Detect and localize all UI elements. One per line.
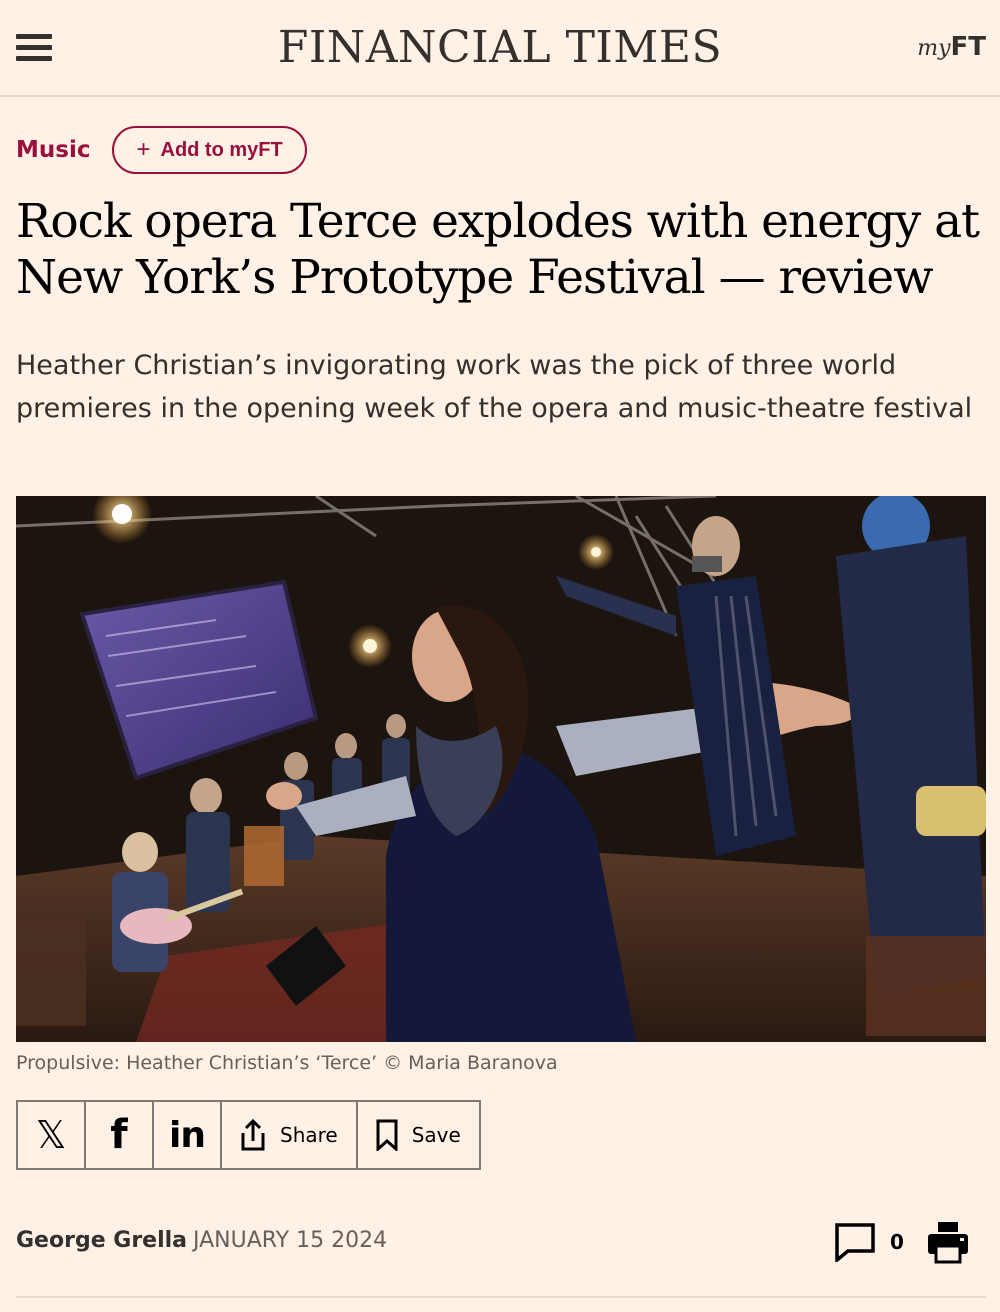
linkedin-icon: in xyxy=(169,1114,206,1156)
bookmark-icon xyxy=(376,1119,398,1151)
hero-image xyxy=(16,496,986,1042)
myft-link[interactable]: myFT xyxy=(917,32,986,62)
share-label: Share xyxy=(280,1123,338,1147)
save-label: Save xyxy=(411,1123,461,1147)
myft-prefix: my xyxy=(917,36,951,61)
share-x-button[interactable]: 𝕏 xyxy=(18,1102,86,1168)
x-icon: 𝕏 xyxy=(35,1113,67,1157)
masthead-logo[interactable]: FINANCIAL TIMES xyxy=(0,22,1000,73)
byline: George Grella JANUARY 15 2024 xyxy=(16,1228,387,1253)
print-button[interactable] xyxy=(926,1220,970,1268)
comments-button[interactable]: 0 xyxy=(834,1222,904,1262)
topic-link-music[interactable]: Music xyxy=(16,137,90,163)
publish-date: JANUARY 15 2024 xyxy=(193,1228,388,1253)
save-button[interactable]: Save xyxy=(358,1102,479,1168)
image-caption: Propulsive: Heather Christian’s ‘Terce’ … xyxy=(16,1052,558,1074)
add-to-myft-label: Add to myFT xyxy=(160,138,283,161)
share-linkedin-button[interactable]: in xyxy=(154,1102,222,1168)
plus-icon: + xyxy=(136,136,151,163)
printer-icon xyxy=(928,1222,968,1264)
share-button[interactable]: Share xyxy=(222,1102,358,1168)
add-to-myft-button[interactable]: + Add to myFT xyxy=(112,126,307,174)
share-icon xyxy=(241,1119,265,1151)
share-toolbar: 𝕏 f in Share Save xyxy=(16,1100,481,1170)
comment-icon xyxy=(835,1223,875,1262)
myft-suffix: FT xyxy=(950,32,987,62)
share-facebook-button[interactable]: f xyxy=(86,1102,154,1168)
article-standfirst: Heather Christian’s invigorating work wa… xyxy=(16,350,973,424)
facebook-icon: f xyxy=(110,1112,128,1158)
hero-photo-illustration xyxy=(16,496,986,1042)
article-headline: Rock opera Terce explodes with energy at… xyxy=(16,194,980,305)
topic-row: Music + Add to myFT xyxy=(16,124,307,176)
site-header: FINANCIAL TIMES myFT xyxy=(0,0,1000,97)
divider xyxy=(16,1296,986,1298)
author-link[interactable]: George Grella xyxy=(16,1228,187,1253)
comment-count: 0 xyxy=(890,1230,904,1254)
